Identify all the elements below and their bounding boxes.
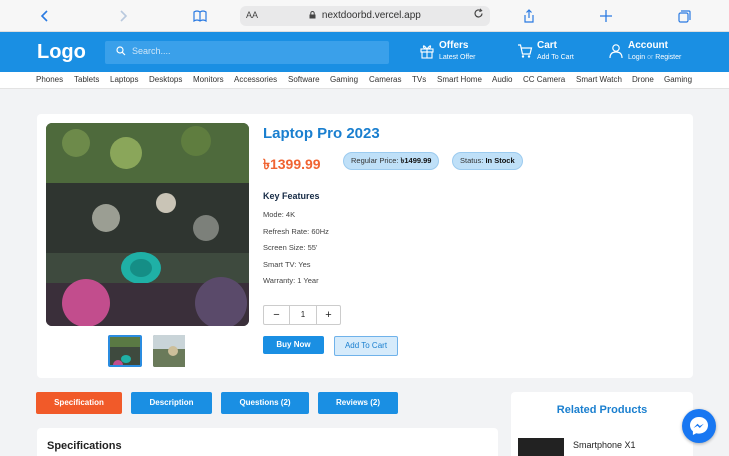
category-tablets[interactable]: Tablets bbox=[74, 75, 99, 84]
regular-price-value: ৳1499.99 bbox=[400, 156, 432, 165]
feature-item: Warranty: 1 Year bbox=[263, 276, 319, 285]
product-title: Laptop Pro 2023 bbox=[263, 125, 380, 142]
category-phones[interactable]: Phones bbox=[36, 75, 63, 84]
key-features-heading: Key Features bbox=[263, 191, 320, 201]
related-products-heading: Related Products bbox=[556, 404, 648, 416]
tab-specification[interactable]: Specification bbox=[36, 392, 122, 414]
feature-item: Smart TV: Yes bbox=[263, 260, 311, 269]
tab-questions[interactable]: Questions (2) bbox=[221, 392, 309, 414]
quantity-value[interactable]: 1 bbox=[290, 306, 316, 324]
account-title: Account bbox=[628, 40, 668, 51]
address-bar[interactable]: AA nextdoorbd.vercel.app bbox=[240, 6, 490, 26]
user-icon bbox=[609, 44, 623, 59]
related-product-name[interactable]: Smartphone X1 bbox=[573, 440, 636, 450]
related-product-image[interactable] bbox=[518, 438, 564, 456]
site-logo[interactable]: Logo bbox=[37, 41, 86, 64]
product-card: Laptop Pro 2023 ৳1399.99 Regular Price: … bbox=[37, 114, 693, 378]
status-label: Status: bbox=[460, 156, 484, 165]
category-monitors[interactable]: Monitors bbox=[193, 75, 224, 84]
quantity-stepper: − 1 + bbox=[263, 305, 341, 325]
product-main-image[interactable] bbox=[46, 123, 249, 326]
lock-icon bbox=[309, 11, 316, 19]
category-accessories[interactable]: Accessories bbox=[234, 75, 277, 84]
category-cameras[interactable]: Cameras bbox=[369, 75, 401, 84]
status-value: In Stock bbox=[485, 156, 515, 165]
feature-item: Screen Size: 55' bbox=[263, 243, 318, 252]
search-placeholder: Search.... bbox=[132, 46, 171, 56]
increase-button[interactable]: + bbox=[316, 306, 340, 324]
status-badge: Status: In Stock bbox=[452, 152, 523, 170]
category-software[interactable]: Software bbox=[288, 75, 320, 84]
add-to-cart-button[interactable]: Add To Cart bbox=[334, 336, 398, 356]
site-header: Logo Search.... Offers Latest Offer Cart… bbox=[0, 32, 729, 72]
category-smart-home[interactable]: Smart Home bbox=[437, 75, 482, 84]
cart-icon bbox=[518, 44, 533, 58]
specifications-panel: Specifications bbox=[37, 428, 498, 456]
category-nav: Phones Tablets Laptops Desktops Monitors… bbox=[0, 72, 729, 89]
category-gaming[interactable]: Gaming bbox=[330, 75, 358, 84]
search-icon bbox=[116, 46, 126, 56]
regular-price-label: Regular Price: bbox=[351, 156, 399, 165]
category-smart-watch[interactable]: Smart Watch bbox=[576, 75, 622, 84]
feature-item: Mode: 4K bbox=[263, 210, 296, 219]
share-icon[interactable] bbox=[521, 6, 537, 26]
category-audio[interactable]: Audio bbox=[492, 75, 512, 84]
back-icon[interactable] bbox=[38, 6, 52, 26]
decrease-button[interactable]: − bbox=[264, 306, 290, 324]
offers-title: Offers bbox=[439, 40, 469, 51]
reload-icon[interactable] bbox=[473, 8, 484, 22]
category-desktops[interactable]: Desktops bbox=[149, 75, 182, 84]
cart-title: Cart bbox=[537, 40, 558, 51]
tabs-icon[interactable] bbox=[676, 6, 692, 26]
register-link[interactable]: Register bbox=[655, 54, 681, 61]
offers-subtitle: Latest Offer bbox=[439, 54, 476, 61]
tab-reviews[interactable]: Reviews (2) bbox=[318, 392, 398, 414]
regular-price-badge: Regular Price: ৳1499.99 bbox=[343, 152, 440, 170]
related-products-panel: Related Products Smartphone X1 bbox=[511, 392, 693, 456]
offers-link[interactable]: Offers Latest Offer bbox=[419, 39, 489, 65]
cart-link[interactable]: Cart Add To Cart bbox=[517, 39, 587, 65]
thumbnail-2[interactable] bbox=[153, 335, 187, 367]
specifications-heading: Specifications bbox=[47, 440, 122, 452]
category-tvs[interactable]: TVs bbox=[412, 75, 426, 84]
browser-toolbar: AA nextdoorbd.vercel.app bbox=[0, 0, 729, 32]
category-cc-camera[interactable]: CC Camera bbox=[523, 75, 565, 84]
messenger-icon bbox=[690, 417, 708, 435]
search-input[interactable]: Search.... bbox=[105, 41, 389, 64]
or-text: or bbox=[647, 54, 654, 61]
cart-subtitle: Add To Cart bbox=[537, 54, 574, 61]
gift-icon bbox=[420, 45, 434, 59]
feature-item: Refresh Rate: 60Hz bbox=[263, 227, 329, 236]
messenger-chat-button[interactable] bbox=[682, 409, 716, 443]
forward-icon[interactable] bbox=[116, 6, 130, 26]
url-text: nextdoorbd.vercel.app bbox=[321, 10, 421, 21]
category-gaming-2[interactable]: Gaming bbox=[664, 75, 692, 84]
plus-icon[interactable] bbox=[598, 6, 614, 26]
tab-description[interactable]: Description bbox=[131, 392, 212, 414]
book-icon[interactable] bbox=[192, 6, 208, 26]
category-drone[interactable]: Drone bbox=[632, 75, 654, 84]
buy-now-button[interactable]: Buy Now bbox=[263, 336, 324, 354]
category-laptops[interactable]: Laptops bbox=[110, 75, 138, 84]
account-auth: Login or Register bbox=[628, 54, 681, 61]
account-link[interactable]: Account Login or Register bbox=[608, 39, 698, 65]
thumbnail-1[interactable] bbox=[108, 335, 142, 367]
product-price: ৳1399.99 bbox=[263, 156, 321, 172]
login-link[interactable]: Login bbox=[628, 54, 645, 61]
